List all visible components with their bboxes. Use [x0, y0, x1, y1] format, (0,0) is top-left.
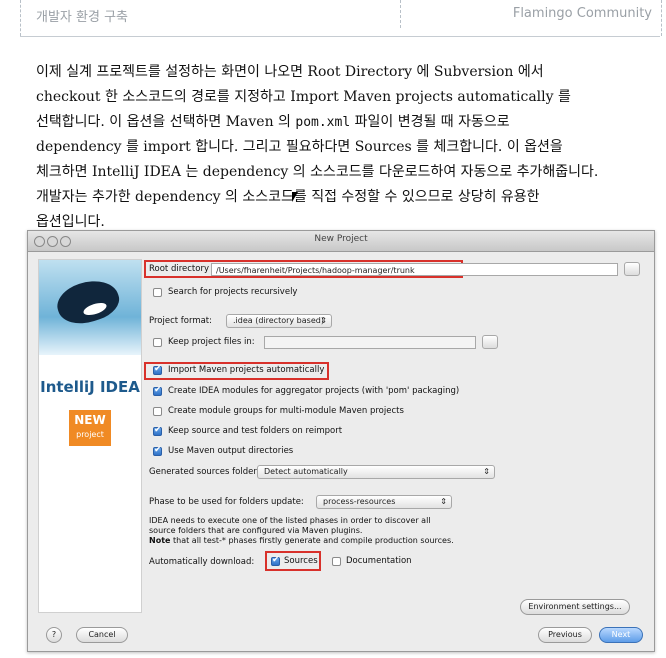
body-paragraph: 이제 실계 프로젝트를 설정하는 화면이 나오면 Root Directory …	[36, 60, 656, 235]
browse-root-button[interactable]	[624, 262, 640, 276]
intellij-logo: IntelliJ IDEA	[40, 378, 140, 396]
select-arrows-icon: ⇕	[483, 467, 490, 476]
phase-value: process-resources	[323, 497, 396, 506]
dialog-title: New Project	[314, 234, 368, 244]
note-bold: Note	[149, 536, 171, 545]
note-line: source folders that are configured via M…	[149, 526, 363, 535]
project-format-select[interactable]: .idea (directory based) ⇕	[226, 314, 332, 328]
documentation-label: Documentation	[346, 556, 412, 566]
paragraph-line: checkout 한 소스코드의 경로를 지정하고 Import Maven p…	[36, 89, 571, 105]
paragraph-text: 선택합니다. 이 옵션을 선택하면 Maven 의	[36, 114, 296, 130]
paragraph-line: dependency 를 import 합니다. 그리고 필요하다면 Sourc…	[36, 139, 563, 155]
header-rule	[20, 36, 660, 37]
import-maven-label: Import Maven projects automatically	[168, 365, 325, 375]
root-directory-label: Root directory	[149, 264, 209, 274]
paragraph-text: 파일이 변경될 때 자동으로	[350, 114, 510, 130]
keep-files-label: Keep project files in:	[168, 337, 255, 347]
use-maven-output-checkbox[interactable]	[153, 445, 162, 456]
phase-label: Phase to be used for folders update:	[149, 497, 304, 507]
select-arrows-icon: ⇕	[320, 316, 327, 325]
auto-download-label: Automatically download:	[149, 557, 255, 567]
phase-select[interactable]: process-resources ⇕	[316, 495, 452, 509]
search-recursive-checkbox[interactable]	[153, 288, 162, 297]
use-maven-output-label: Use Maven output directories	[168, 446, 294, 456]
phase-note: IDEA needs to execute one of the listed …	[149, 516, 569, 546]
next-button[interactable]: Next	[599, 627, 643, 643]
browse-keep-files-button[interactable]	[482, 335, 498, 349]
paragraph-line: 개발자는 추가한 dependency 의 소스코드를 직접 수정할 수 있으므…	[36, 189, 540, 205]
sources-label: Sources	[284, 556, 318, 566]
generated-sources-value: Detect automatically	[264, 467, 348, 476]
new-project-badge: NEW project	[69, 410, 111, 446]
cancel-button[interactable]: Cancel	[76, 627, 128, 643]
import-maven-checkbox[interactable]	[153, 364, 162, 375]
pom-filename: pom.xml	[295, 115, 351, 130]
create-modules-aggregator-checkbox[interactable]	[153, 385, 162, 396]
sources-checkbox[interactable]	[271, 555, 280, 566]
generated-sources-select[interactable]: Detect automatically ⇕	[257, 465, 495, 479]
project-format-value: .idea (directory based)	[233, 316, 324, 325]
previous-button[interactable]: Previous	[538, 627, 592, 643]
create-modules-aggregator-label: Create IDEA modules for aggregator proje…	[168, 386, 460, 396]
search-recursive-label: Search for projects recursively	[168, 287, 298, 297]
paragraph-line: 선택합니다. 이 옵션을 선택하면 Maven 의 pom.xml 파일이 변경…	[36, 110, 656, 135]
paragraph-line: 체크하면 IntelliJ IDEA 는 dependency 의 소스코드를 …	[36, 164, 599, 180]
keep-source-folders-label: Keep source and test folders on reimport	[168, 426, 343, 436]
keep-files-input[interactable]	[264, 336, 476, 349]
project-format-label: Project format:	[149, 316, 213, 326]
note-line: Note that all test-* phases firstly gene…	[149, 536, 569, 546]
help-button[interactable]: ?	[46, 627, 62, 643]
badge-project: project	[76, 430, 104, 439]
create-module-groups-checkbox[interactable]	[153, 407, 162, 416]
dialog-titlebar: New Project	[28, 231, 654, 252]
header-right-title: Flamingo Community	[512, 6, 652, 21]
note-line: IDEA needs to execute one of the listed …	[149, 516, 431, 525]
keep-files-checkbox[interactable]	[153, 338, 162, 347]
documentation-checkbox[interactable]	[332, 557, 341, 566]
dialog-sidebar: IntelliJ IDEA NEW project	[38, 259, 142, 613]
environment-settings-button[interactable]: Environment settings...	[520, 599, 630, 615]
create-module-groups-label: Create module groups for multi-module Ma…	[168, 406, 404, 416]
root-directory-input[interactable]: /Users/fharenheit/Projects/hadoop-manage…	[211, 263, 618, 276]
mouse-cursor-icon	[292, 192, 298, 202]
new-project-dialog: New Project IntelliJ IDEA NEW project Ro…	[27, 230, 655, 652]
generated-sources-label: Generated sources folders:	[149, 467, 265, 477]
badge-new: NEW	[74, 413, 106, 427]
header-left-title: 개발자 환경 구축	[36, 10, 128, 25]
note-text: that all test-* phases firstly generate …	[170, 536, 454, 545]
select-arrows-icon: ⇕	[440, 497, 447, 506]
header-divider	[400, 0, 401, 28]
keep-source-folders-checkbox[interactable]	[153, 425, 162, 436]
paragraph-line: 이제 실계 프로젝트를 설정하는 화면이 나오면 Root Directory …	[36, 64, 544, 80]
